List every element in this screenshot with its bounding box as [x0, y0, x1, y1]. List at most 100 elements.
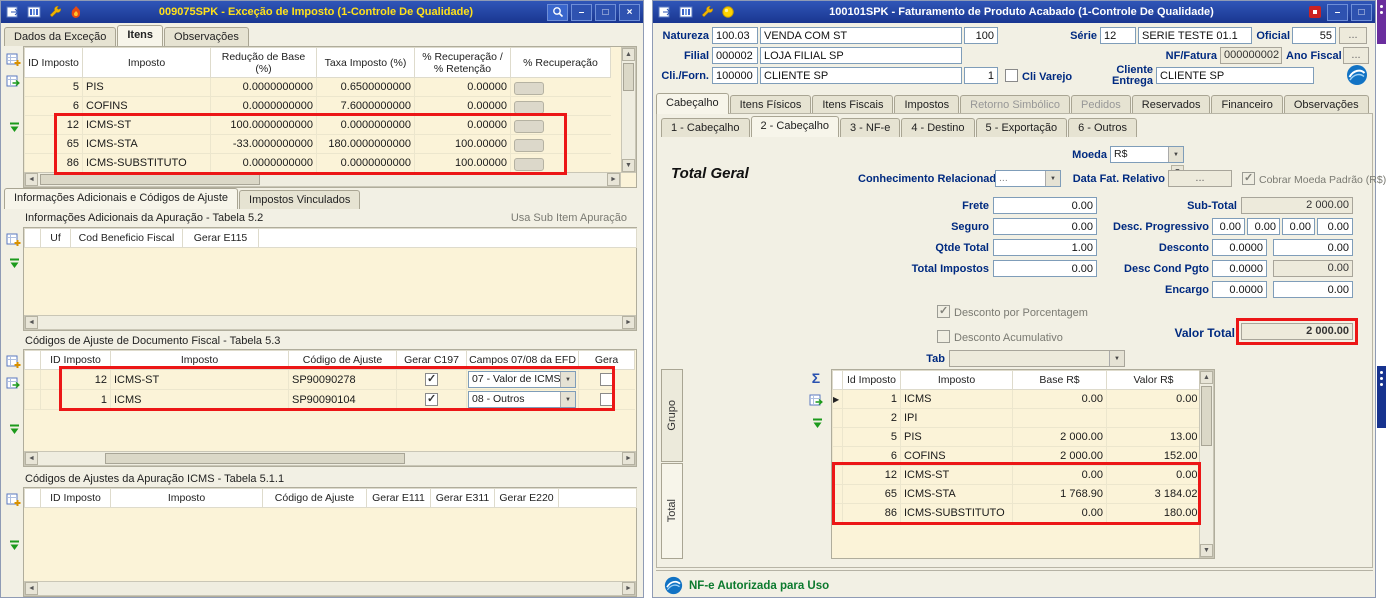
cell[interactable]: 3 184.02 — [1106, 484, 1201, 504]
vertical-scrollbar[interactable]: ▲ ▼ — [1199, 370, 1214, 558]
cell-checkbox[interactable] — [578, 389, 635, 410]
table-row[interactable]: 5 PIS 0.0000000000 0.6500000000 0.00000 — [24, 77, 611, 97]
cell[interactable]: PIS — [82, 77, 211, 97]
scroll-left-button[interactable]: ◄ — [25, 582, 38, 595]
side-tab-total[interactable]: Total — [661, 463, 683, 559]
table-row[interactable]: 65 ICMS-STA -33.0000000000 180.000000000… — [24, 134, 611, 154]
tab-observacoes[interactable]: Observações — [1283, 95, 1369, 114]
scroll-left-button[interactable]: ◄ — [25, 452, 38, 465]
cell-checkbox[interactable] — [396, 389, 467, 410]
cell[interactable]: SP90090104 — [288, 389, 397, 410]
cell-checkbox[interactable] — [396, 369, 467, 390]
desconto-pct-field[interactable] — [1212, 239, 1267, 256]
cell[interactable]: ICMS — [110, 389, 289, 410]
docked-panel-edge-top[interactable] — [1377, 0, 1386, 44]
desc-cond-pgto-pct-field[interactable] — [1212, 260, 1267, 277]
cli-forn-desc-field[interactable] — [760, 67, 962, 84]
table-row[interactable]: 65 ICMS-STA 1 768.90 3 184.02 — [832, 484, 1201, 504]
scroll-down-button[interactable]: ▼ — [622, 159, 635, 172]
cell[interactable]: ICMS-ST — [900, 465, 1013, 485]
subtab-5-exportacao[interactable]: 5 - Exportação — [975, 118, 1068, 137]
tab-reservados[interactable]: Reservados — [1131, 95, 1211, 114]
scroll-thumb[interactable] — [40, 174, 260, 185]
export-icon[interactable] — [656, 4, 674, 20]
maximize-button[interactable]: □ — [595, 3, 616, 21]
table-row[interactable]: 1 ICMS SP90090104 08 - Outros ▼ — [24, 389, 635, 410]
cell[interactable]: 0.00000 — [414, 115, 511, 135]
cell[interactable]: 0.6500000000 — [316, 77, 415, 97]
gerar-c197-checkbox[interactable] — [425, 372, 438, 386]
cell[interactable]: COFINS — [82, 96, 211, 116]
columns-icon[interactable] — [677, 4, 695, 20]
subtab-3-nfe[interactable]: 3 - NF-e — [840, 118, 901, 137]
campos-efd-combo[interactable]: 07 - Valor de ICMS ▼ — [468, 371, 576, 388]
cell[interactable]: 0.00 — [1012, 389, 1107, 409]
scroll-thumb[interactable] — [1201, 386, 1212, 446]
desc-progressivo-field-4[interactable] — [1317, 218, 1353, 235]
scroll-up-button[interactable]: ▲ — [622, 48, 635, 61]
chevron-down-icon[interactable]: ▼ — [1045, 171, 1060, 186]
cell[interactable]: 6 — [24, 96, 83, 116]
desc-progressivo-field-2[interactable] — [1247, 218, 1280, 235]
subtab-6-outros[interactable]: 6 - Outros — [1068, 118, 1137, 137]
table-row[interactable]: 86 ICMS-SUBSTITUTO 0.00 180.00 — [832, 503, 1201, 523]
cell[interactable]: IPI — [900, 408, 1013, 428]
total-impostos-field[interactable] — [993, 260, 1097, 277]
columns-icon[interactable] — [25, 4, 43, 20]
tab-informacoes-adicionais[interactable]: Informações Adicionais e Códigos de Ajus… — [4, 188, 239, 209]
cell[interactable]: 100.0000000000 — [210, 115, 317, 135]
encargo-pct-field[interactable] — [1212, 281, 1267, 298]
cli-varejo-checkbox[interactable] — [1005, 69, 1018, 82]
cancel-icon[interactable] — [1306, 4, 1324, 20]
cell[interactable]: 1 — [842, 389, 901, 409]
tab-cabecalho[interactable]: Cabeçalho — [656, 93, 729, 114]
scroll-bottom-icon[interactable] — [809, 415, 825, 431]
cell[interactable]: 7.6000000000 — [316, 96, 415, 116]
tab-itens[interactable]: Itens — [117, 25, 164, 46]
table-row[interactable]: 6 COFINS 0.0000000000 7.6000000000 0.000… — [24, 96, 611, 116]
cell[interactable]: 2 — [842, 408, 901, 428]
grid-export-icon[interactable] — [5, 73, 21, 89]
grid-insert-icon[interactable] — [5, 491, 21, 507]
grid-insert-icon[interactable] — [5, 51, 21, 67]
qtde-total-field[interactable] — [993, 239, 1097, 256]
cell[interactable]: 1 768.90 — [1012, 484, 1107, 504]
scroll-down-button[interactable]: ▼ — [1200, 544, 1213, 557]
cell-combo[interactable]: 08 - Outros ▼ — [466, 389, 579, 410]
cell[interactable]: 2 000.00 — [1012, 446, 1107, 466]
cell[interactable]: ICMS-ST — [110, 369, 289, 390]
horizontal-scrollbar[interactable]: ◄ ► — [24, 451, 636, 466]
cell[interactable]: 65 — [842, 484, 901, 504]
export-icon[interactable] — [4, 4, 22, 20]
table-row[interactable]: 12 ICMS-ST 0.00 0.00 — [832, 465, 1201, 485]
maximize-button[interactable]: □ — [1351, 3, 1372, 21]
serie-desc-field[interactable] — [1138, 27, 1252, 44]
wrench-icon[interactable] — [698, 4, 716, 20]
cell[interactable]: COFINS — [900, 446, 1013, 466]
chevron-down-icon[interactable]: ▼ — [560, 392, 575, 407]
desc-progressivo-field-1[interactable] — [1212, 218, 1245, 235]
desc-progressivo-field-3[interactable] — [1282, 218, 1315, 235]
flame-icon[interactable] — [67, 4, 85, 20]
cell[interactable]: ICMS-STA — [82, 134, 211, 154]
filial-code-field[interactable] — [712, 47, 758, 64]
cell[interactable]: ICMS — [900, 389, 1013, 409]
cell[interactable]: 86 — [842, 503, 901, 523]
table-row[interactable]: ▶ 1 ICMS 0.00 0.00 — [832, 389, 1201, 409]
subtab-4-destino[interactable]: 4 - Destino — [901, 118, 975, 137]
scroll-thumb[interactable] — [105, 453, 405, 464]
scroll-thumb[interactable] — [623, 63, 634, 91]
cell[interactable]: 13.00 — [1106, 427, 1201, 447]
cell[interactable]: 0.0000000000 — [210, 153, 317, 173]
scroll-bottom-icon[interactable] — [6, 537, 22, 553]
nfe-status-icon[interactable] — [1345, 63, 1369, 87]
tab-financeiro[interactable]: Financeiro — [1211, 95, 1283, 114]
natureza-tipo-field[interactable] — [964, 27, 998, 44]
cell[interactable]: 0.0000000000 — [210, 77, 317, 97]
cell[interactable]: 0.0000000000 — [316, 153, 415, 173]
campos-efd-combo[interactable]: 08 - Outros ▼ — [468, 391, 576, 408]
moeda-combo[interactable]: R$ ▼ — [1110, 146, 1184, 163]
cell[interactable]: 5 — [842, 427, 901, 447]
cell[interactable]: ICMS-ST — [82, 115, 211, 135]
cell[interactable]: 1 — [40, 389, 111, 410]
